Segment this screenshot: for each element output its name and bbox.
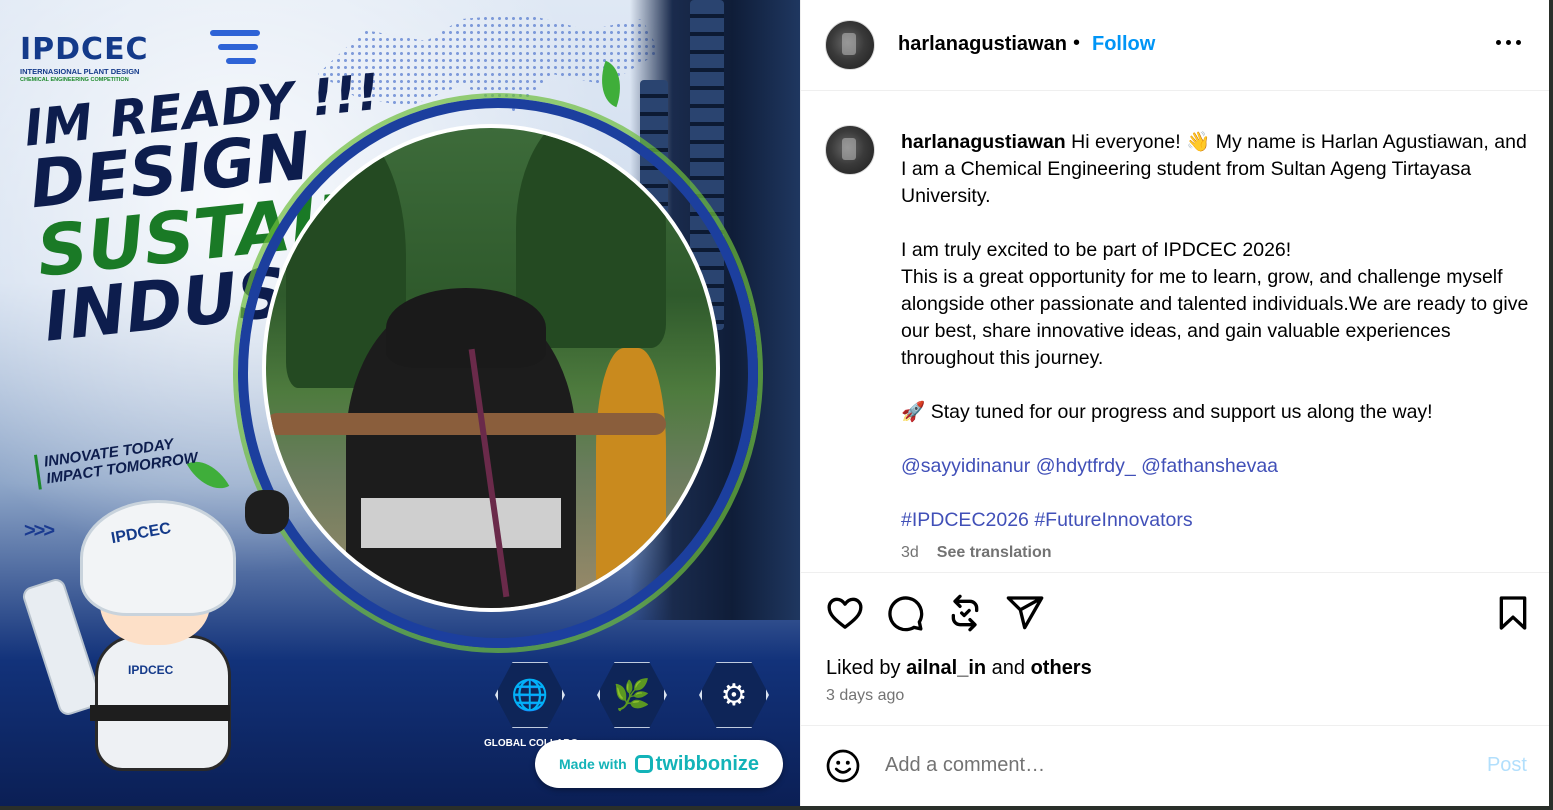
see-translation-button[interactable]: See translation [937, 544, 1052, 561]
post-comment-button[interactable]: Post [1487, 754, 1527, 777]
archer-arm [266, 413, 666, 435]
logo-subtitle-secondary: CHEMICAL ENGINEERING COMPETITION [20, 77, 129, 83]
post-caption: harlanagustiawan Hi everyone! 👋 My name … [901, 129, 1531, 534]
chevrons-decoration: >>> [24, 520, 55, 542]
liked-and: and [991, 657, 1026, 679]
caption-text: I am truly excited to be part of IPDCEC … [901, 239, 1292, 261]
caption-time[interactable]: 3d [901, 544, 919, 561]
liked-user-link[interactable]: ailnal_in [906, 657, 986, 679]
mention-link[interactable]: @sayyidinanur [901, 455, 1030, 477]
twibbonize-logo: twibbonize [634, 752, 759, 776]
caption-text: This is a great opportunity for me to le… [901, 266, 1529, 369]
twibbonize-icon [634, 755, 653, 773]
bucket-hat [386, 288, 546, 368]
hashtag-link[interactable]: #FutureInnovators [1034, 509, 1192, 531]
logo-subtitle: INTERNASIONAL PLANT DESIGN [20, 67, 140, 76]
twibbonize-brand: twibbonize [655, 752, 759, 775]
person-yellow-jacket [596, 348, 666, 598]
share-icon[interactable] [1005, 593, 1045, 633]
bookmark-icon[interactable] [1493, 593, 1533, 633]
heart-icon[interactable] [825, 593, 865, 633]
separator-dot: • [1073, 32, 1081, 54]
decor-stripe [226, 58, 256, 64]
archery-photo [262, 124, 720, 612]
caption-username[interactable]: harlanagustiawan [901, 131, 1066, 153]
decor-stripe [210, 30, 260, 36]
header-username[interactable]: harlanagustiawan [898, 33, 1067, 56]
poster-badges: 🌐 🌿 ⚙ [495, 660, 769, 730]
post-image[interactable]: IPDCEC INTERNASIONAL PLANT DESIGN CHEMIC… [0, 0, 800, 806]
avatar[interactable] [825, 125, 875, 175]
mention-link[interactable]: @hdytfrdy_ [1036, 455, 1136, 477]
caption-meta: 3d See translation [901, 544, 1052, 562]
ipdcec-logo: IPDCEC [20, 32, 149, 67]
post-header: harlanagustiawan • Follow [801, 0, 1549, 91]
mascot-fist [245, 490, 289, 534]
leaf-icon: 🌿 [597, 662, 667, 728]
comment-input[interactable] [885, 754, 1445, 777]
mascot-helmet: IPDCEC [80, 500, 236, 616]
comment-icon[interactable] [885, 593, 925, 633]
mentions: @sayyidinanur @hdytfrdy_ @fathanshevaa [901, 453, 1531, 480]
decor-stripe [218, 44, 258, 50]
liked-others-link[interactable]: others [1031, 657, 1092, 679]
repost-icon[interactable] [945, 593, 985, 633]
avatar[interactable] [825, 20, 875, 70]
twibbonize-watermark: Made with twibbonize [535, 740, 783, 788]
liked-by-text: Liked by ailnal_in and others [826, 657, 1092, 680]
watermark-made-with: Made with [559, 756, 627, 772]
follow-button[interactable]: Follow [1092, 33, 1155, 56]
liked-prefix: Liked by [826, 657, 901, 679]
comment-box: Post [801, 726, 1549, 806]
shirt-stripe [361, 498, 561, 548]
emoji-icon[interactable] [825, 748, 861, 784]
mention-link[interactable]: @fathanshevaa [1141, 455, 1278, 477]
globe-icon: 🌐 [495, 662, 565, 728]
post-timestamp[interactable]: 3 days ago [826, 687, 904, 705]
mascot-body: IPDCEC [95, 635, 231, 771]
caption-text: 🚀 Stay tuned for our progress and suppor… [901, 401, 1433, 423]
gear-icon: ⚙ [699, 662, 769, 728]
hashtag-link[interactable]: #IPDCEC2026 [901, 509, 1029, 531]
post-details-panel: harlanagustiawan • Follow harlanagustiaw… [800, 0, 1549, 806]
caption-section: harlanagustiawan Hi everyone! 👋 My name … [801, 91, 1549, 571]
helmet-logo: IPDCEC [109, 519, 173, 548]
hashtags: #IPDCEC2026 #FutureInnovators [901, 507, 1531, 534]
instagram-post-modal: IPDCEC INTERNASIONAL PLANT DESIGN CHEMIC… [0, 0, 1549, 806]
action-bar: Liked by ailnal_in and others 3 days ago [801, 572, 1549, 726]
more-options-icon[interactable] [1496, 40, 1521, 45]
mascot-character: IPDCEC IPDCEC [20, 490, 289, 780]
mascot-shirt-logo: IPDCEC [128, 663, 174, 677]
mascot-belt [90, 705, 230, 721]
